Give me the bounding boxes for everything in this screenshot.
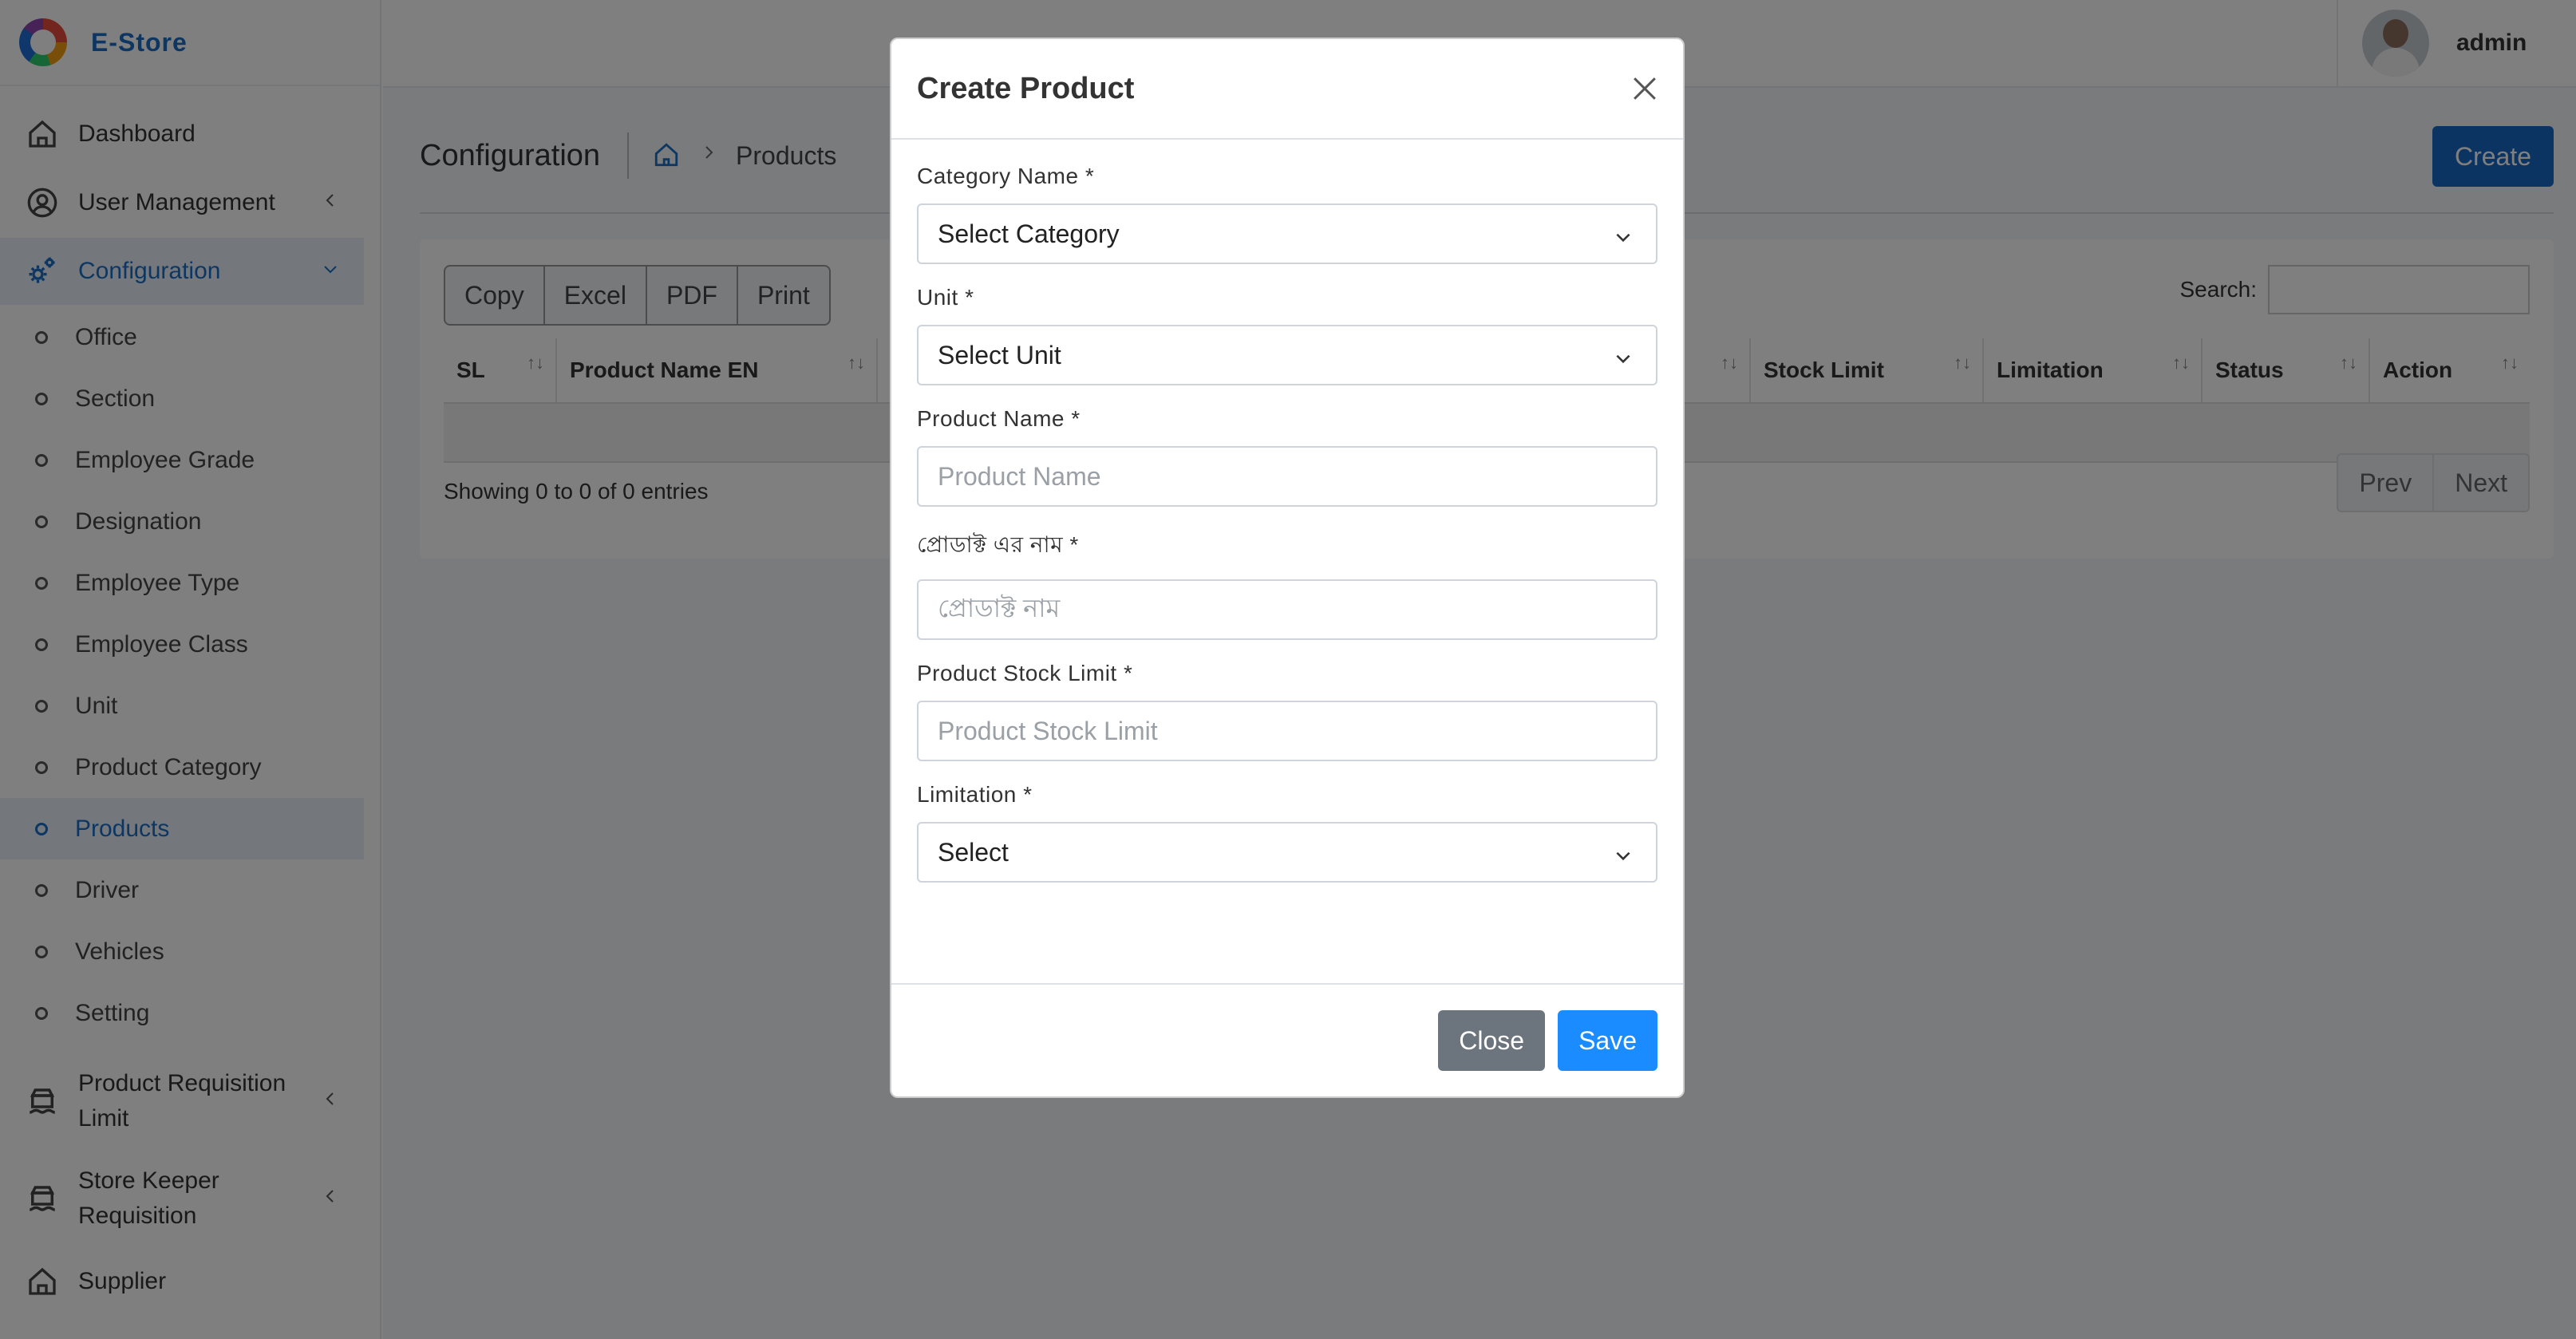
close-button[interactable]: Close [1438,1010,1546,1071]
field-label: Limitation * [917,782,1033,807]
create-product-modal: Create Product Category Name * Select Ca… [890,38,1685,1098]
chevron-down-icon [1613,346,1634,366]
select-value: Select [938,837,1009,867]
field-label: Product Stock Limit * [917,661,1133,685]
field-label: Unit * [917,285,974,310]
modal-footer: Close Save [891,983,1683,1096]
modal-title: Create Product [917,71,1135,105]
modal-header: Create Product [891,39,1683,140]
category-select[interactable]: Select Category [917,203,1657,264]
unit-field: Unit * Select Unit [917,285,1657,385]
close-icon[interactable] [1627,71,1662,106]
category-field: Category Name * Select Category [917,164,1657,264]
input-placeholder: Product Stock Limit [938,716,1158,745]
product-name-input[interactable]: Product Name [917,446,1657,507]
input-placeholder: Product Name [938,461,1101,491]
product-name-bn-input[interactable]: প্রোডাক্ট নাম [917,579,1657,640]
select-value: Select Category [938,219,1120,248]
field-label: প্রোডাক্ট এর নাম * [917,532,1079,557]
limitation-select[interactable]: Select [917,822,1657,883]
chevron-down-icon [1613,224,1634,245]
field-label: Product Name * [917,406,1081,431]
input-placeholder: প্রোডাক্ট নাম [938,594,1061,622]
product-name-bn-field: প্রোডাক্ট এর নাম * প্রোডাক্ট নাম [917,527,1657,640]
field-label: Category Name * [917,164,1095,188]
chevron-down-icon [1613,843,1634,863]
select-value: Select Unit [938,340,1061,369]
app-root: E-Store Dashboard User Management [0,0,2576,1339]
unit-select[interactable]: Select Unit [917,325,1657,385]
stock-limit-input[interactable]: Product Stock Limit [917,701,1657,761]
stock-limit-field: Product Stock Limit * Product Stock Limi… [917,661,1657,761]
limitation-field: Limitation * Select [917,782,1657,883]
product-name-field: Product Name * Product Name [917,406,1657,507]
modal-body: Category Name * Select Category Unit * S… [891,140,1683,883]
save-button[interactable]: Save [1558,1010,1657,1071]
